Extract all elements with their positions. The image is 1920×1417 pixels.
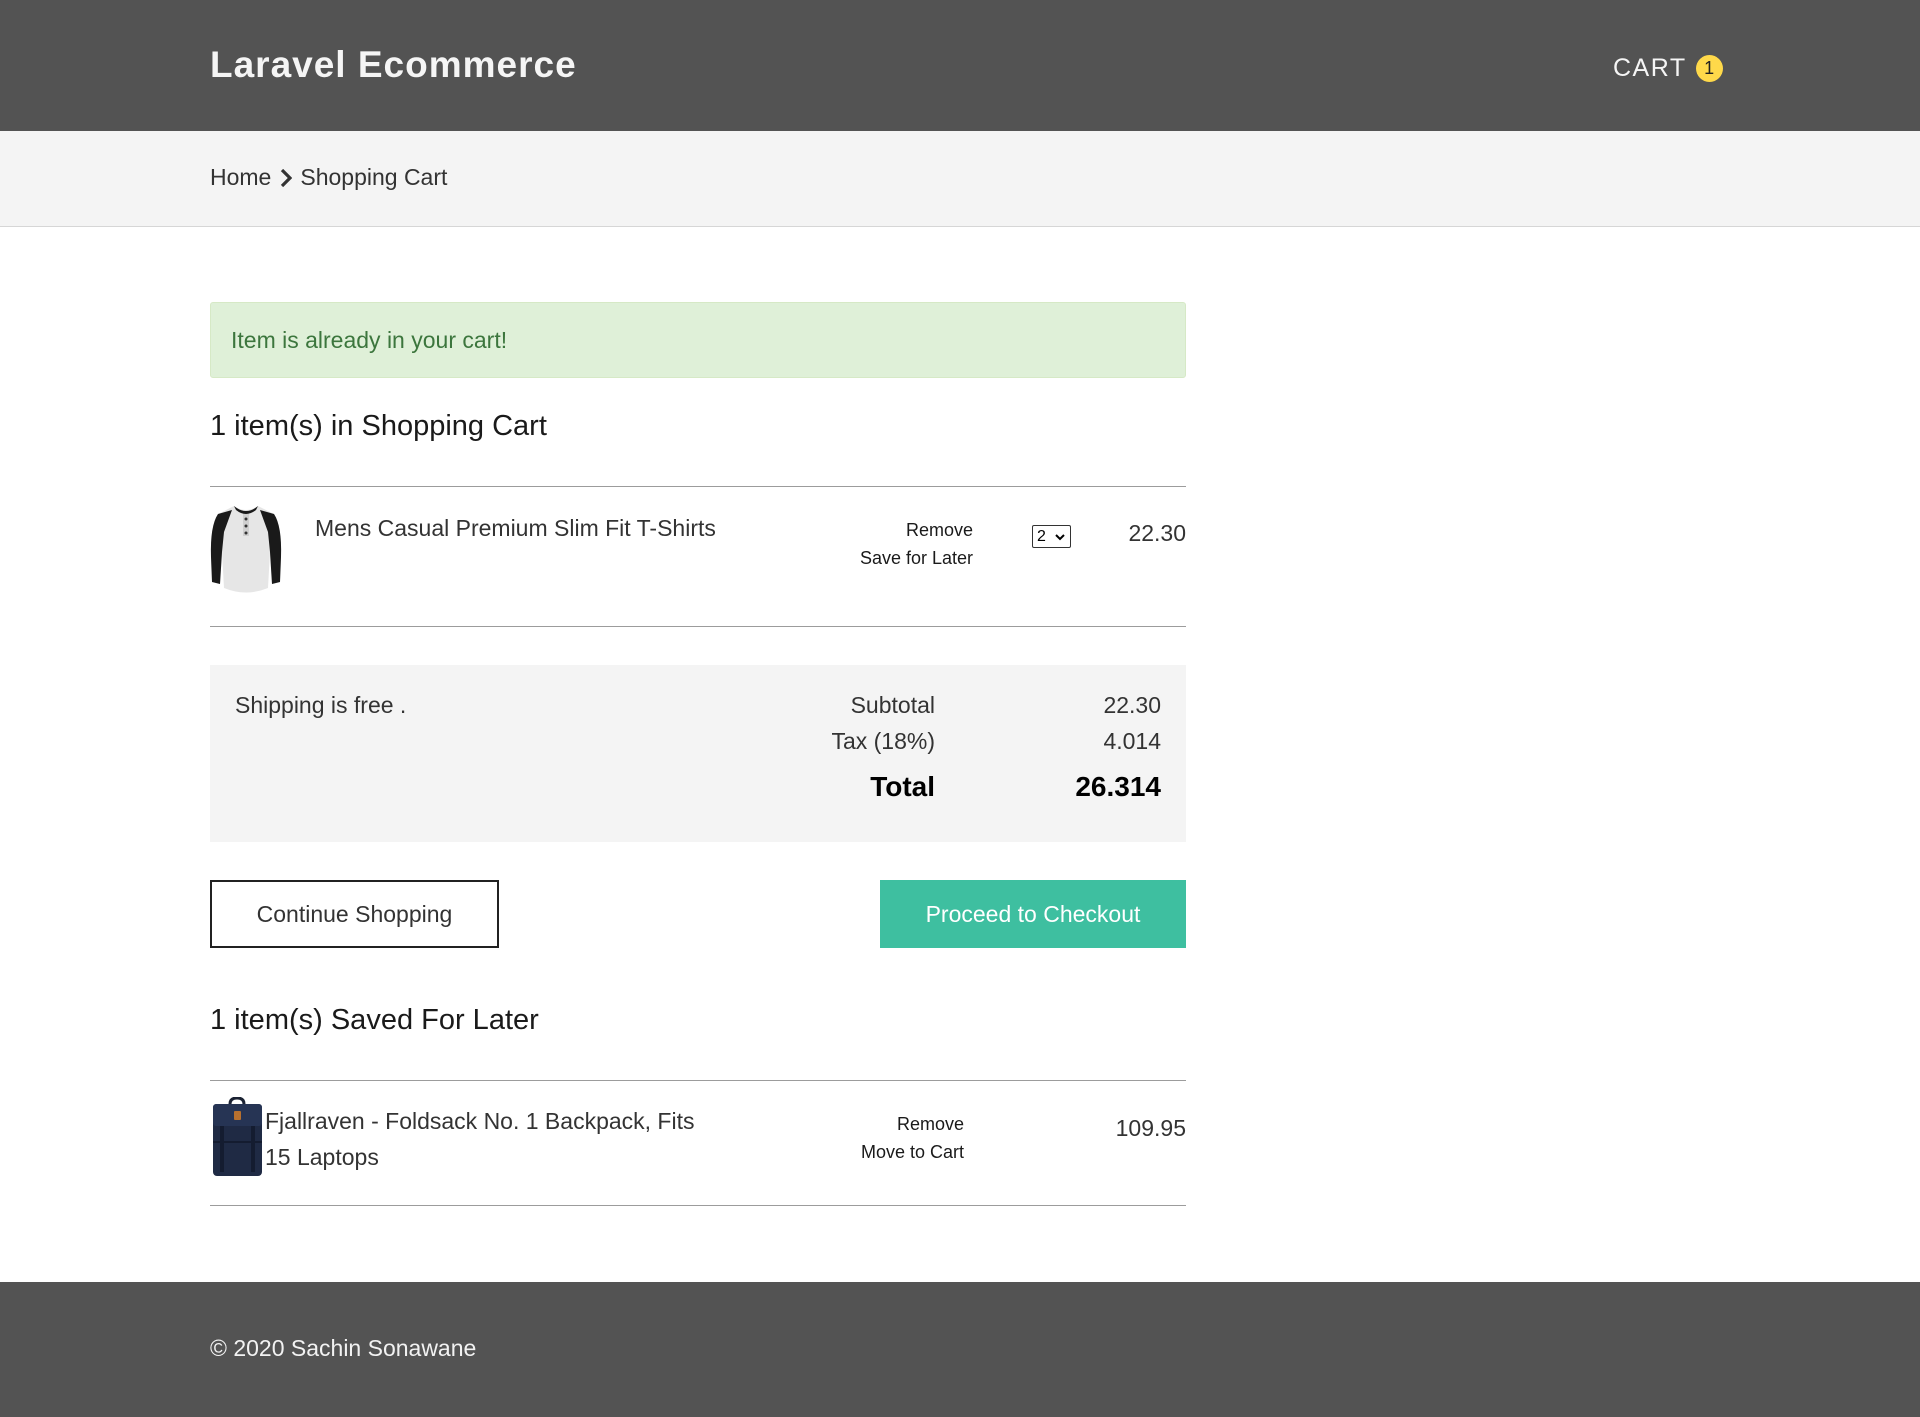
cart-label: CART bbox=[1613, 54, 1687, 82]
saved-section-title: 1 item(s) Saved For Later bbox=[210, 1004, 539, 1036]
saved-item-name[interactable]: Fjallraven - Foldsack No. 1 Backpack, Fi… bbox=[265, 1103, 694, 1175]
breadcrumb-bar: Home Shopping Cart bbox=[0, 131, 1920, 227]
breadcrumb: Home Shopping Cart bbox=[210, 164, 447, 191]
shipping-note: Shipping is free . bbox=[235, 692, 407, 718]
continue-shopping-button[interactable]: Continue Shopping bbox=[210, 880, 499, 948]
success-alert: Item is already in your cart! bbox=[210, 302, 1186, 378]
cart-section-title: 1 item(s) in Shopping Cart bbox=[210, 410, 547, 442]
proceed-to-checkout-button[interactable]: Proceed to Checkout bbox=[880, 880, 1186, 948]
total-value: 26.314 bbox=[1075, 771, 1161, 802]
total-label: Total bbox=[870, 771, 935, 802]
subtotal-value: 22.30 bbox=[1103, 692, 1161, 718]
divider bbox=[210, 626, 1186, 627]
top-navbar: Laravel Ecommerce CART 1 bbox=[0, 0, 1920, 131]
footer: © 2020 Sachin Sonawane bbox=[0, 1282, 1920, 1417]
tax-value: 4.014 bbox=[1103, 728, 1161, 754]
alert-message: Item is already in your cart! bbox=[231, 327, 508, 353]
cart-item-price: 22.30 bbox=[1128, 520, 1186, 546]
quantity-select[interactable]: 2 bbox=[1032, 525, 1071, 548]
remove-button[interactable]: Remove bbox=[906, 520, 973, 541]
quantity-value: 2 bbox=[1037, 527, 1046, 545]
breadcrumb-home-link[interactable]: Home bbox=[210, 164, 271, 191]
divider bbox=[210, 486, 1186, 487]
divider bbox=[210, 1205, 1186, 1206]
move-to-cart-button[interactable]: Move to Cart bbox=[861, 1142, 964, 1163]
cart-count-badge: 1 bbox=[1695, 55, 1723, 82]
copyright-text: © 2020 Sachin Sonawane bbox=[210, 1335, 477, 1361]
divider bbox=[210, 1080, 1186, 1081]
save-for-later-button[interactable]: Save for Later bbox=[860, 548, 973, 569]
saved-item-name-line1: Fjallraven - Foldsack No. 1 Backpack, Fi… bbox=[265, 1108, 695, 1134]
tax-label: Tax (18%) bbox=[831, 728, 935, 754]
backpack-icon[interactable] bbox=[210, 1096, 265, 1178]
breadcrumb-current: Shopping Cart bbox=[300, 164, 448, 190]
chevron-right-icon bbox=[275, 166, 297, 190]
subtotal-label: Subtotal bbox=[850, 692, 935, 718]
saved-remove-button[interactable]: Remove bbox=[897, 1114, 964, 1135]
saved-item-price: 109.95 bbox=[1115, 1115, 1186, 1141]
chevron-down-icon bbox=[1054, 530, 1066, 548]
brand-logo-link[interactable]: Laravel Ecommerce bbox=[210, 44, 577, 86]
cart-totals-panel: Shipping is free . Subtotal 22.30 Tax (1… bbox=[210, 665, 1186, 842]
saved-item-name-line2: 15 Laptops bbox=[265, 1144, 379, 1170]
cart-item-name[interactable]: Mens Casual Premium Slim Fit T-Shirts bbox=[315, 510, 716, 546]
cart-link[interactable]: CART 1 bbox=[1613, 54, 1723, 83]
t-shirt-icon[interactable] bbox=[210, 502, 282, 598]
